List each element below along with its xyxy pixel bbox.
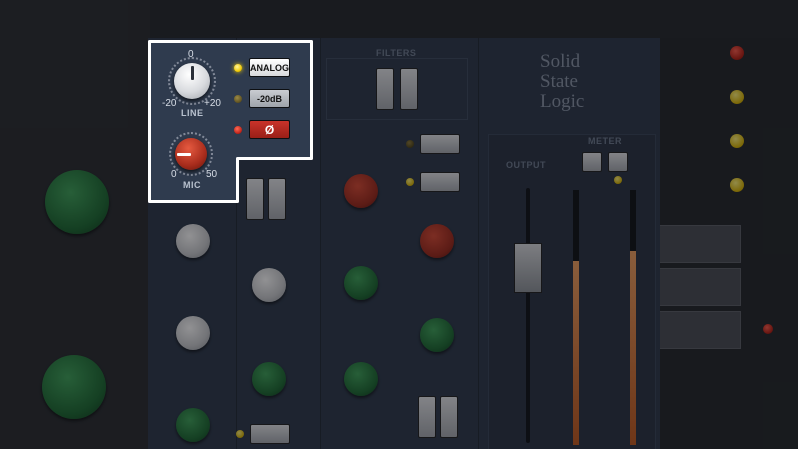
dyn-white-knob-2[interactable] xyxy=(252,268,286,302)
left-green-knob-2[interactable] xyxy=(42,355,106,419)
mic-scale-min: 0 xyxy=(171,169,177,180)
dyn-white-knob-3[interactable] xyxy=(176,316,210,350)
dyn-green-knob-2[interactable] xyxy=(176,408,210,442)
mic-knob-label: MIC xyxy=(183,180,201,190)
line-scale-max: +20 xyxy=(204,98,221,109)
output-label: OUTPUT xyxy=(506,160,546,170)
right-led-1 xyxy=(730,46,744,60)
brand-logo: Solid State Logic xyxy=(540,52,640,112)
mic-scale-max: 50 xyxy=(206,169,218,180)
dyn-button[interactable] xyxy=(250,424,290,444)
right-led-4 xyxy=(730,178,744,192)
right-button-1[interactable] xyxy=(655,225,741,263)
right-led-5 xyxy=(763,324,773,334)
meter-label: METER xyxy=(588,136,622,146)
filter-button-2[interactable] xyxy=(420,172,460,192)
filter-button-1[interactable] xyxy=(420,134,460,154)
brand-line-1: Solid xyxy=(540,51,581,72)
filters-box xyxy=(326,58,468,120)
meter-left xyxy=(573,190,579,445)
analog-button[interactable]: ANALOG xyxy=(249,58,290,77)
meter-right xyxy=(630,190,636,445)
eq-red-knob-2[interactable] xyxy=(420,224,454,258)
eq-switch-2[interactable] xyxy=(440,396,458,438)
left-channel-strip xyxy=(0,0,150,449)
filter-led-2 xyxy=(406,178,414,186)
filter-led xyxy=(406,140,414,148)
filters-label: FILTERS xyxy=(376,48,417,58)
mic-knob-indicator xyxy=(177,153,191,156)
plugin-screenshot: FILTERS Solid State Logic OUTPUT METER 0… xyxy=(0,0,798,449)
right-button-2[interactable] xyxy=(655,268,741,306)
eq-green-knob-1[interactable] xyxy=(344,266,378,300)
line-knob-indicator xyxy=(191,66,194,80)
meter-button-2[interactable] xyxy=(608,152,628,172)
eq-red-knob-1[interactable] xyxy=(344,174,378,208)
dyn-led xyxy=(236,430,244,438)
meter-left-fill xyxy=(573,261,579,445)
phase-invert-button[interactable]: Ø xyxy=(249,120,290,139)
line-knob-label: LINE xyxy=(181,108,204,118)
divider-3 xyxy=(478,38,479,449)
right-button-3[interactable] xyxy=(655,311,741,349)
right-led-2 xyxy=(730,90,744,104)
meter-right-fill xyxy=(630,251,636,445)
pad-led xyxy=(234,95,242,103)
filter-switch-2[interactable] xyxy=(400,68,418,110)
brand-line-2: State xyxy=(540,71,578,92)
filter-switch-1[interactable] xyxy=(376,68,394,110)
mic-gain-knob[interactable] xyxy=(175,138,207,170)
output-fader-track xyxy=(526,188,530,443)
meter-button-1[interactable] xyxy=(582,152,602,172)
phase-led xyxy=(234,126,242,134)
output-fader-cap[interactable] xyxy=(514,243,542,293)
divider-2 xyxy=(320,38,321,449)
line-scale-min: -20 xyxy=(162,98,177,109)
dyn-white-knob-1[interactable] xyxy=(176,224,210,258)
right-led-3 xyxy=(730,134,744,148)
line-gain-knob[interactable] xyxy=(174,63,210,99)
left-green-knob[interactable] xyxy=(45,170,109,234)
meter-led xyxy=(614,176,622,184)
eq-green-knob-2[interactable] xyxy=(420,318,454,352)
brand-line-3: Logic xyxy=(540,91,585,112)
eq-green-knob-3[interactable] xyxy=(344,362,378,396)
eq-switch-1[interactable] xyxy=(418,396,436,438)
pad-20db-button[interactable]: -20dB xyxy=(249,89,290,108)
analog-led xyxy=(234,64,242,72)
dyn-green-knob-1[interactable] xyxy=(252,362,286,396)
